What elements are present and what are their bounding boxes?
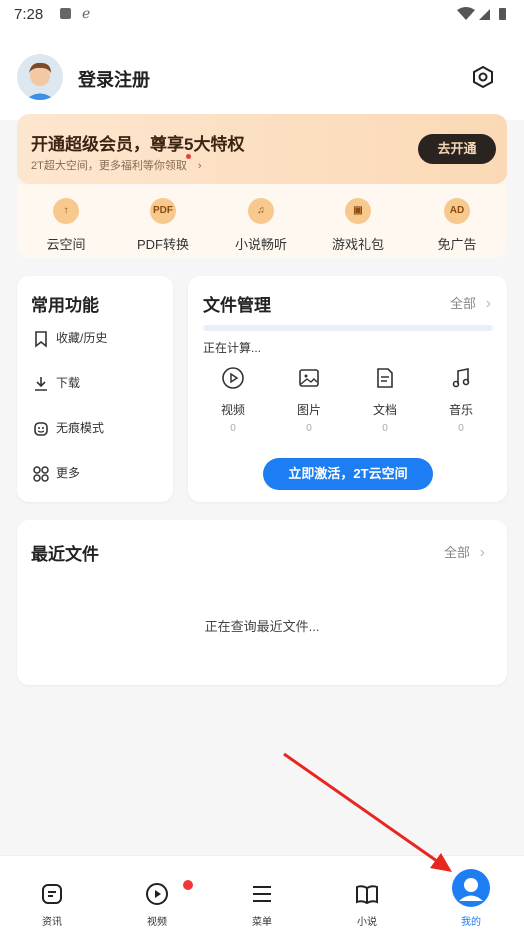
book-icon — [356, 885, 378, 905]
grid-icon — [33, 466, 49, 482]
benefit-label: 小说畅听 — [234, 237, 287, 252]
file-type-count: 0 — [458, 423, 464, 434]
chevron-right-icon: › — [197, 160, 202, 172]
open-vip-button[interactable]: 去开通 — [418, 134, 496, 164]
no-ad-icon: AD — [444, 198, 470, 224]
vip-subtitle-text: 2T超大空间，更多福利等你领取 — [31, 160, 187, 172]
vip-subtitle[interactable]: 2T超大空间，更多福利等你领取 › — [31, 157, 202, 173]
status-bar: 7:28 ℯ — [0, 0, 524, 30]
favorites-history-item[interactable]: 收藏/历史 — [32, 329, 107, 348]
incognito-icon — [34, 422, 48, 436]
benefit-label: 游戏礼包 — [331, 237, 384, 252]
tab-label: 我的 — [461, 917, 481, 928]
red-dot-badge — [186, 154, 191, 159]
video-tab-badge — [183, 880, 193, 890]
tab-label: 资讯 — [42, 917, 62, 928]
storage-progress-bar — [203, 325, 493, 331]
file-type-image[interactable]: 图片 0 — [274, 366, 344, 434]
music-icon — [452, 368, 470, 388]
all-label: 全部 — [450, 296, 477, 311]
benefit-label: 免广告 — [437, 237, 477, 252]
benefit-novel-listen[interactable]: ♫ 小说畅听 — [221, 198, 301, 253]
browser-icon: ℯ — [82, 5, 91, 21]
file-management-title: 文件管理 — [203, 296, 271, 315]
download-icon — [35, 376, 47, 391]
cloud-icon: ↑ — [53, 198, 79, 224]
benefit-game-gift[interactable]: ▣ 游戏礼包 — [318, 198, 398, 253]
item-label: 收藏/历史 — [56, 331, 108, 345]
chevron-right-icon: › — [479, 544, 485, 561]
profile-icon — [452, 869, 490, 907]
file-type-music[interactable]: 音乐 0 — [426, 366, 496, 434]
play-icon — [146, 883, 168, 905]
avatar[interactable] — [17, 54, 63, 100]
tab-label: 菜单 — [252, 917, 272, 928]
download-item[interactable]: 下载 — [32, 374, 80, 393]
vip-title: 开通超级会员，尊享5大特权 — [31, 135, 245, 154]
status-time: 7:28 — [14, 6, 44, 23]
tab-novel[interactable]: 小说 — [337, 882, 397, 928]
tab-menu[interactable]: 菜单 — [232, 882, 292, 928]
benefit-label: 云空间 — [46, 237, 86, 252]
item-label: 下载 — [56, 376, 81, 390]
benefit-label: PDF转换 — [136, 237, 189, 252]
chevron-right-icon: › — [485, 295, 491, 312]
activate-cloud-button[interactable]: 立即激活，2T云空间 — [263, 458, 433, 490]
storage-status: 正在计算... — [203, 341, 262, 355]
headphones-icon: ♫ — [248, 198, 274, 224]
file-type-count: 0 — [306, 423, 312, 434]
menu-icon — [253, 886, 271, 902]
more-item[interactable]: 更多 — [32, 464, 80, 483]
recent-files-loading: 正在查询最近文件... — [204, 619, 320, 634]
tab-video[interactable]: 视频 — [127, 882, 187, 928]
benefit-pdf-convert[interactable]: PDF PDF转换 — [123, 198, 203, 253]
file-type-count: 0 — [230, 423, 236, 434]
pdf-icon: PDF — [150, 198, 176, 224]
document-icon — [377, 368, 393, 388]
settings-icon[interactable] — [470, 64, 496, 90]
tab-label: 小说 — [357, 917, 377, 928]
all-label: 全部 — [444, 545, 471, 560]
file-type-count: 0 — [382, 423, 388, 434]
benefit-cloud-space[interactable]: ↑ 云空间 — [26, 198, 106, 253]
tab-news[interactable]: 资讯 — [22, 882, 82, 928]
image-icon — [299, 369, 319, 387]
tab-label: 视频 — [147, 917, 167, 928]
login-register-link[interactable]: 登录注册 — [78, 66, 150, 92]
file-type-label: 音乐 — [448, 403, 473, 417]
file-type-label: 视频 — [220, 403, 245, 417]
tab-mine[interactable]: 我的 — [441, 868, 501, 928]
file-type-label: 图片 — [296, 403, 321, 417]
video-icon — [222, 367, 244, 389]
item-label: 无痕模式 — [56, 421, 105, 435]
recent-files-title: 最近文件 — [31, 545, 99, 564]
files-all-link[interactable]: 全部 › — [450, 293, 491, 313]
file-type-label: 文档 — [372, 403, 397, 417]
common-functions-title: 常用功能 — [31, 296, 99, 315]
news-icon — [42, 884, 62, 904]
incognito-item[interactable]: 无痕模式 — [32, 419, 104, 438]
recent-all-link[interactable]: 全部 › — [444, 542, 485, 562]
file-type-video[interactable]: 视频 0 — [198, 366, 268, 434]
gift-icon: ▣ — [345, 198, 371, 224]
file-type-document[interactable]: 文档 0 — [350, 366, 420, 434]
notification-icon — [60, 8, 71, 19]
avatar-face-icon — [17, 54, 63, 100]
signal-battery-icon — [457, 7, 506, 20]
benefit-no-ads[interactable]: AD 免广告 — [417, 198, 497, 253]
item-label: 更多 — [56, 466, 81, 480]
bookmark-icon — [35, 331, 47, 348]
